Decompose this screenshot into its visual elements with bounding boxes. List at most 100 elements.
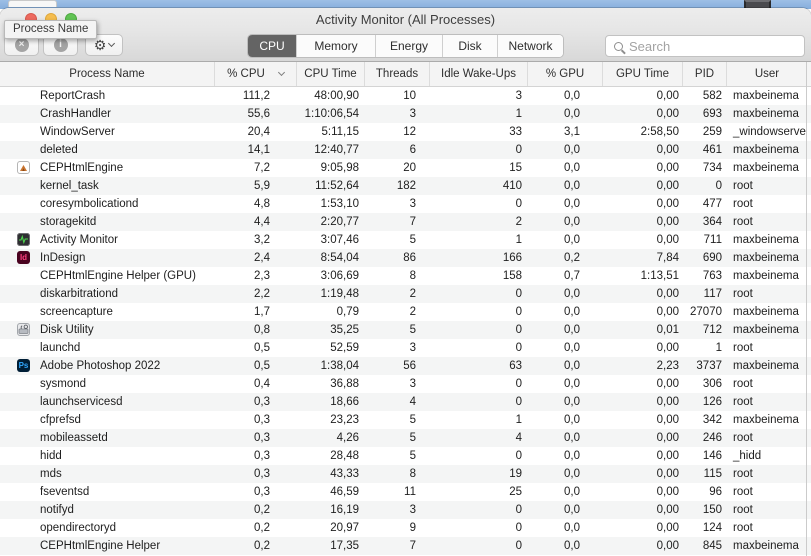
cell-pid: 0: [715, 180, 722, 192]
cell-name: Activity Monitor: [0, 231, 215, 249]
process-name-label: deleted: [40, 144, 78, 156]
cell-idle: 0: [515, 378, 522, 390]
table-row[interactable]: WindowServer 20,4 5:11,15 12 33 3,1 2:58,50 259…: [0, 123, 811, 141]
cell-idle: 1: [515, 234, 522, 246]
table-row[interactable]: ReportCrash 111,2 48:00,90 10 3 0,0 0,00 582 max…: [0, 87, 811, 105]
column-header-idle[interactable]: Idle Wake-Ups: [430, 62, 528, 86]
cell-gpu: 0,0: [564, 324, 580, 336]
table-row[interactable]: kernel_task 5,9 11:52,64 182 410 0,0 0,00 0 root: [0, 177, 811, 195]
sort-desc-icon: [277, 68, 285, 77]
cell-gpu: 0,0: [564, 450, 580, 462]
cell-threads: 2: [409, 306, 416, 318]
cell-cpu: 0,3: [254, 486, 270, 498]
cell-gpu_time: 0,00: [656, 504, 679, 516]
table-row[interactable]: mobileassetd 0,3 4,26 5 4 0,0 0,00 246 root: [0, 429, 811, 447]
table-row[interactable]: cfprefsd 0,3 23,23 5 1 0,0 0,00 342 maxbeinema: [0, 411, 811, 429]
cell-cpu_time: 0,79: [336, 306, 359, 318]
table-row[interactable]: screencapture 1,7 0,79 2 0 0,0 0,00 27070 maxbei…: [0, 303, 811, 321]
disk-utility-icon: [17, 323, 30, 336]
cell-gpu_time: 0,00: [656, 306, 679, 318]
table-row[interactable]: launchd 0,5 52,59 3 0 0,0 0,00 1 root: [0, 339, 811, 357]
cell-gpu_time: 2,23: [656, 360, 679, 372]
cell-user: root: [733, 468, 753, 480]
table-row[interactable]: notifyd 0,2 16,19 3 0 0,0 0,00 150 root: [0, 501, 811, 519]
cell-name: kernel_task: [0, 177, 215, 195]
cell-pid: 27070: [690, 306, 722, 318]
tab-cpu[interactable]: CPU: [248, 35, 297, 57]
cell-cpu_time: 23,23: [330, 414, 359, 426]
cell-cpu_time: 52,59: [330, 342, 359, 354]
table-row[interactable]: Ps Adobe Photoshop 2022 0,5 1:38,04 56 63 0,0 2…: [0, 357, 811, 375]
cell-gpu: 0,0: [564, 414, 580, 426]
column-header-threads[interactable]: Threads: [365, 62, 430, 86]
cell-idle: 0: [515, 522, 522, 534]
table-row[interactable]: opendirectoryd 0,2 20,97 9 0 0,0 0,00 124 root: [0, 519, 811, 537]
table-row[interactable]: hidd 0,3 28,48 5 0 0,0 0,00 146 _hidd: [0, 447, 811, 465]
cell-gpu_time: 0,00: [656, 108, 679, 120]
tab-memory[interactable]: Memory: [297, 35, 376, 57]
cell-threads: 12: [403, 126, 416, 138]
table-row[interactable]: CEPHtmlEngine 7,2 9:05,98 20 15 0,0 0,00 734 max…: [0, 159, 811, 177]
cell-pid: 693: [702, 108, 722, 120]
table-row[interactable]: Id InDesign 2,4 8:54,04 86 166 0,2 7,84 690 maxbe…: [0, 249, 811, 267]
column-header-user[interactable]: User: [727, 62, 807, 86]
cell-cpu_time: 43,33: [330, 468, 359, 480]
tab-energy[interactable]: Energy: [376, 35, 443, 57]
cell-pid: 364: [702, 216, 722, 228]
cell-gpu_time: 2:58,50: [640, 126, 679, 138]
cell-name: sysmond: [0, 375, 215, 393]
table-row[interactable]: Activity Monitor 3,2 3:07,46 5 1 0,0 0,00 711 ma…: [0, 231, 811, 249]
cell-user: root: [733, 216, 753, 228]
cell-gpu: 0,0: [564, 234, 580, 246]
column-header-gpu_time[interactable]: GPU Time: [603, 62, 683, 86]
process-name-label: notifyd: [40, 504, 74, 516]
tab-disk[interactable]: Disk: [443, 35, 498, 57]
cell-threads: 5: [409, 324, 416, 336]
table-row[interactable]: CEPHtmlEngine Helper (GPU) 2,3 3:06,69 8 158…: [0, 267, 811, 285]
table-row[interactable]: CEPHtmlEngine Helper 0,2 17,35 7 0 0,0 0,00 845…: [0, 537, 811, 555]
table-row[interactable]: sysmond 0,4 36,88 3 0 0,0 0,00 306 root: [0, 375, 811, 393]
table-row[interactable]: launchservicesd 0,3 18,66 4 0 0,0 0,00 126 root: [0, 393, 811, 411]
column-header-gpu[interactable]: % GPU: [528, 62, 603, 86]
cell-gpu: 0,0: [564, 360, 580, 372]
column-header-name[interactable]: Process Name: [0, 62, 215, 86]
activity-monitor-icon: [17, 233, 30, 246]
tab-network[interactable]: Network: [498, 35, 563, 57]
search-field[interactable]: [605, 35, 805, 57]
table-row[interactable]: coresymbolicationd 4,8 1:53,10 3 0 0,0 0,00 477…: [0, 195, 811, 213]
cell-user: maxbeinema: [733, 414, 799, 426]
cell-cpu_time: 1:38,04: [320, 360, 359, 372]
cell-idle: 0: [515, 342, 522, 354]
column-header-cpu[interactable]: % CPU: [215, 62, 297, 86]
cell-cpu: 0,3: [254, 396, 270, 408]
cell-cpu_time: 1:19,48: [320, 288, 359, 300]
table-row[interactable]: Disk Utility 0,8 35,25 5 0 0,0 0,01 712 maxbeine…: [0, 321, 811, 339]
cell-gpu_time: 0,00: [656, 144, 679, 156]
table-row[interactable]: diskarbitrationd 2,2 1:19,48 2 0 0,0 0,00 117 ro…: [0, 285, 811, 303]
cell-gpu_time: 0,00: [656, 540, 679, 552]
cell-name: launchservicesd: [0, 393, 215, 411]
cell-gpu: 0,0: [564, 468, 580, 480]
cell-idle: 3: [515, 90, 522, 102]
table-row[interactable]: fseventsd 0,3 46,59 11 25 0,0 0,00 96 root: [0, 483, 811, 501]
table-row[interactable]: deleted 14,1 12:40,77 6 0 0,0 0,00 461 maxbeinem…: [0, 141, 811, 159]
column-header-label: User: [754, 68, 780, 80]
cell-cpu: 0,2: [254, 522, 270, 534]
table-row[interactable]: mds 0,3 43,33 8 19 0,0 0,00 115 root: [0, 465, 811, 483]
cell-threads: 7: [409, 540, 416, 552]
cell-pid: 115: [703, 468, 722, 480]
cell-user: maxbeinema: [733, 360, 799, 372]
cell-gpu_time: 0,01: [656, 324, 679, 336]
column-header-pid[interactable]: PID: [683, 62, 727, 86]
cell-cpu_time: 3:06,69: [320, 270, 359, 282]
title-bar[interactable]: Activity Monitor (All Processes): [0, 8, 811, 30]
search-input[interactable]: [629, 38, 789, 54]
process-name-label: CEPHtmlEngine Helper: [40, 540, 161, 552]
cell-pid: 711: [703, 234, 722, 246]
search-icon: [614, 41, 623, 51]
table-row[interactable]: CrashHandler 55,6 1:10:06,54 3 1 0,0 0,00 693 ma…: [0, 105, 811, 123]
column-header-cpu_time[interactable]: CPU Time: [297, 62, 365, 86]
cell-gpu_time: 7,84: [656, 252, 679, 264]
table-row[interactable]: storagekitd 4,4 2:20,77 7 2 0,0 0,00 364 root: [0, 213, 811, 231]
column-header-label: PID: [694, 68, 715, 80]
